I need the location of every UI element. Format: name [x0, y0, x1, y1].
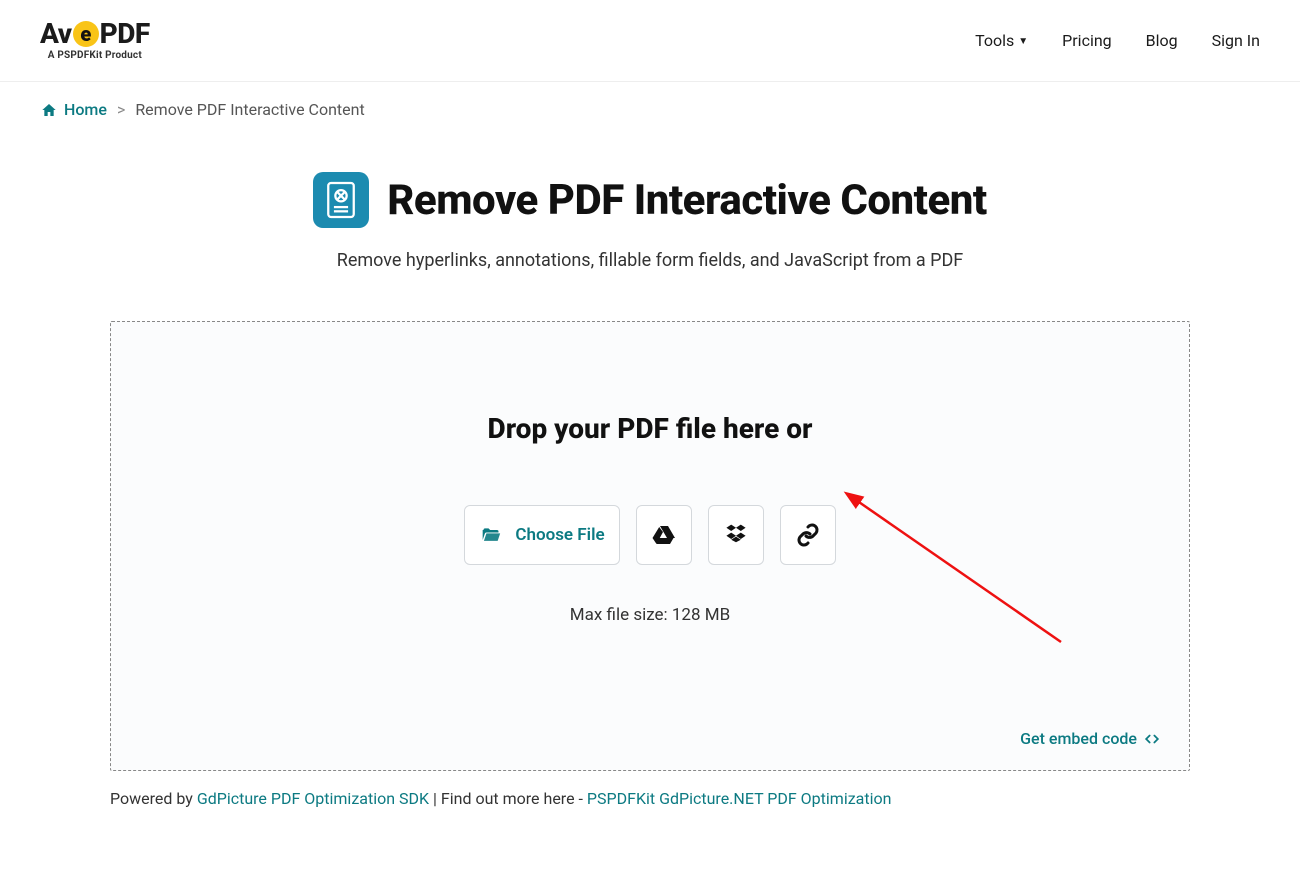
google-drive-button[interactable] — [636, 505, 692, 565]
logo-prefix: Av — [40, 20, 72, 48]
title-row: Remove PDF Interactive Content — [40, 172, 1260, 228]
nav-signin[interactable]: Sign In — [1212, 31, 1260, 50]
logo-suffix: PDF — [100, 20, 150, 48]
header: Av e PDF A PSPDFKit Product Tools ▼ Pric… — [0, 0, 1300, 82]
code-icon — [1143, 732, 1161, 746]
breadcrumb-home-label: Home — [64, 100, 107, 119]
embed-label: Get embed code — [1020, 729, 1137, 748]
max-file-size: Max file size: 128 MB — [141, 605, 1159, 625]
url-button[interactable] — [780, 505, 836, 565]
logo-e-icon: e — [73, 21, 99, 47]
dropbox-icon — [722, 523, 750, 547]
upload-buttons: Choose File — [141, 505, 1159, 565]
nav-tools[interactable]: Tools ▼ — [975, 31, 1028, 50]
tool-icon — [313, 172, 369, 228]
chevron-down-icon: ▼ — [1018, 36, 1028, 47]
drop-headline: Drop your PDF file here or — [141, 412, 1159, 445]
main: Remove PDF Interactive Content Remove hy… — [0, 137, 1300, 808]
dropbox-button[interactable] — [708, 505, 764, 565]
home-icon — [40, 102, 58, 118]
nav-pricing[interactable]: Pricing — [1062, 31, 1112, 50]
powered-by: Powered by GdPicture PDF Optimization SD… — [110, 789, 1190, 808]
choose-file-label: Choose File — [515, 525, 604, 545]
logo-tagline: A PSPDFKit Product — [48, 50, 142, 61]
nav: Tools ▼ Pricing Blog Sign In — [975, 31, 1260, 50]
folder-open-icon — [479, 525, 503, 545]
nav-tools-label: Tools — [975, 31, 1014, 50]
pspdfkit-link[interactable]: PSPDFKit GdPicture.NET PDF Optimization — [587, 789, 892, 808]
powered-label: Powered by — [110, 789, 197, 808]
document-remove-icon — [324, 180, 358, 220]
page-subtitle: Remove hyperlinks, annotations, fillable… — [40, 250, 1260, 271]
choose-file-button[interactable]: Choose File — [464, 505, 620, 565]
get-embed-code[interactable]: Get embed code — [1020, 729, 1161, 748]
sdk-link[interactable]: GdPicture PDF Optimization SDK — [197, 789, 429, 808]
breadcrumb-separator: > — [117, 100, 125, 119]
breadcrumb: Home > Remove PDF Interactive Content — [0, 82, 1300, 137]
breadcrumb-home[interactable]: Home — [40, 100, 107, 119]
link-icon — [796, 523, 820, 547]
footer-mid: | Find out more here - — [433, 789, 587, 808]
logo[interactable]: Av e PDF A PSPDFKit Product — [40, 20, 150, 61]
breadcrumb-current: Remove PDF Interactive Content — [135, 100, 364, 119]
nav-blog[interactable]: Blog — [1146, 31, 1178, 50]
logo-text: Av e PDF — [40, 20, 150, 48]
dropzone[interactable]: Drop your PDF file here or Choose File M… — [110, 321, 1190, 771]
google-drive-icon — [651, 523, 677, 547]
page-title: Remove PDF Interactive Content — [387, 176, 986, 225]
